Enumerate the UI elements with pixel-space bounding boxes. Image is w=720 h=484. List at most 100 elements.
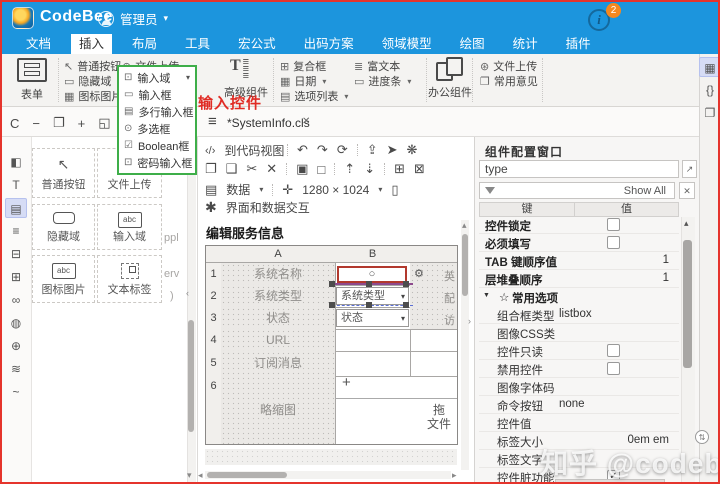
- selected-radio-cell[interactable]: ○: [337, 266, 407, 283]
- tab-codegen[interactable]: 出码方案: [296, 34, 362, 54]
- filter-bar[interactable]: Show All: [479, 182, 675, 199]
- selection-handle[interactable]: [329, 302, 335, 308]
- scroll-right-icon[interactable]: ▸: [452, 470, 457, 481]
- dropdown-item-boolean[interactable]: ☑Boolean框: [119, 137, 195, 154]
- dropdown-item-input-box[interactable]: ▭输入框: [119, 86, 195, 103]
- prop-row[interactable]: 禁用控件: [479, 360, 679, 378]
- richtext-item[interactable]: ≣富文本: [354, 58, 400, 74]
- label-cell[interactable]: 订阅消息: [221, 351, 336, 377]
- canvas-hscrollbar-thumb[interactable]: [207, 472, 287, 478]
- document-tab[interactable]: *SystemInfo.cls: [227, 116, 310, 130]
- copy-icon[interactable]: ❐: [205, 161, 217, 177]
- show-all-label[interactable]: Show All: [624, 185, 669, 197]
- palette-scrollbar-thumb[interactable]: [188, 320, 194, 432]
- prop-row[interactable]: 控件值: [479, 414, 679, 432]
- paste-icon[interactable]: ❑: [226, 161, 238, 177]
- row-header[interactable]: 4: [206, 329, 222, 352]
- folder-icon[interactable]: ◱: [98, 115, 110, 131]
- palette-item-icon-image[interactable]: abc 图标图片: [32, 255, 95, 303]
- row-header[interactable]: 6: [206, 376, 222, 445]
- prop-row[interactable]: 必须填写: [479, 234, 679, 252]
- shapes-icon[interactable]: ∞: [5, 290, 27, 310]
- prop-row[interactable]: 图像CSS类: [479, 324, 679, 342]
- redo-icon[interactable]: ↷: [317, 142, 328, 158]
- prop-row[interactable]: 组合框类型listbox: [479, 306, 679, 324]
- tab-statistics[interactable]: 统计: [505, 34, 546, 54]
- focus-icon[interactable]: ⊕: [5, 336, 27, 356]
- sliders-icon[interactable]: ≋: [5, 359, 27, 379]
- data-label[interactable]: 数据: [226, 181, 250, 198]
- interaction-icon[interactable]: ✱: [205, 199, 217, 216]
- row-header[interactable]: 3: [206, 307, 222, 330]
- braces-code-icon[interactable]: {}: [699, 80, 720, 100]
- dropdown-item-multiselect[interactable]: ⊙多选框: [119, 120, 195, 137]
- close-tab-icon[interactable]: ✕: [302, 116, 310, 127]
- tab-drawing[interactable]: 绘图: [452, 34, 493, 54]
- send-back-icon[interactable]: □: [317, 162, 325, 177]
- option-list-item[interactable]: ▤选项列表▾: [280, 88, 348, 104]
- tab-macro[interactable]: 宏公式: [230, 34, 284, 54]
- code-view-label[interactable]: 到代码视图: [224, 142, 284, 159]
- scroll-up-icon[interactable]: ▴: [462, 220, 467, 231]
- label-cell[interactable]: 系统类型: [221, 285, 336, 308]
- icon-image-item[interactable]: ▦图标图片: [64, 88, 122, 104]
- outline-icon[interactable]: ≡: [5, 221, 27, 241]
- date-item[interactable]: ▦日期▾: [280, 73, 326, 89]
- tab-insert[interactable]: 插入: [71, 34, 112, 54]
- form-designer-icon[interactable]: ▤: [5, 198, 27, 218]
- dropdown-item-multiline[interactable]: ▤多行输入框: [119, 103, 195, 120]
- file-upload-item-2[interactable]: ⊛文件上传: [480, 58, 537, 74]
- form-group-button[interactable]: [17, 58, 47, 82]
- refresh-icon[interactable]: C: [10, 116, 19, 131]
- prop-row[interactable]: 图像字体码: [479, 378, 679, 396]
- close-filter-icon[interactable]: ✕: [679, 182, 695, 199]
- type-search-input[interactable]: [479, 160, 679, 178]
- advanced-group-button[interactable]: T≡≡≡: [230, 57, 249, 80]
- canvas-vscrollbar-thumb[interactable]: [462, 234, 468, 296]
- checkbox[interactable]: [607, 362, 620, 375]
- undo-icon[interactable]: ↶: [297, 142, 308, 158]
- move-icon[interactable]: ✛: [282, 182, 293, 198]
- tab-domain-model[interactable]: 领域模型: [374, 34, 440, 54]
- delete-icon[interactable]: ✕: [266, 161, 277, 177]
- curve-icon[interactable]: ~: [5, 382, 27, 402]
- export-icon[interactable]: ⇪: [367, 142, 378, 158]
- extra-cell[interactable]: [410, 329, 458, 352]
- add-icon[interactable]: +: [78, 116, 86, 131]
- selection-handle[interactable]: [366, 281, 372, 287]
- hamburger-icon[interactable]: ≡: [208, 113, 217, 130]
- palette-item-text-label[interactable]: 文本标签: [97, 255, 162, 303]
- progressbar-item[interactable]: ▭进度条▾: [354, 73, 411, 89]
- chevron-down-icon[interactable]: ▾: [259, 185, 263, 194]
- tab-plugins[interactable]: 插件: [558, 34, 599, 54]
- notification-badge[interactable]: 2: [606, 3, 621, 18]
- add-row-button[interactable]: +: [342, 374, 351, 391]
- checkbox[interactable]: [607, 218, 620, 231]
- phone-preview-icon[interactable]: ▯: [391, 182, 398, 198]
- label-cell[interactable]: 系统名称: [221, 263, 336, 286]
- row-header[interactable]: 1: [206, 263, 222, 286]
- row-header[interactable]: 5: [206, 351, 222, 377]
- widget-cell[interactable]: [335, 329, 411, 352]
- checkbox[interactable]: [607, 344, 620, 357]
- code-view-icon[interactable]: ‹/›: [205, 145, 215, 157]
- publish-icon[interactable]: ➤: [387, 142, 398, 158]
- extra-cell[interactable]: [410, 351, 458, 377]
- snap-grid-icon[interactable]: ⊠: [414, 161, 425, 177]
- theme-icon[interactable]: ◍: [5, 313, 27, 333]
- collapse-right-icon[interactable]: ›: [468, 316, 471, 326]
- text-component-icon[interactable]: T: [5, 175, 27, 195]
- column-header-b[interactable]: B: [335, 246, 411, 263]
- scroll-up-icon[interactable]: ▴: [684, 218, 689, 229]
- gear-icon[interactable]: ⚙: [414, 267, 424, 280]
- user-menu[interactable]: 管理员 ▾: [98, 9, 168, 28]
- palette-item-input-area[interactable]: abc 输入域: [97, 204, 162, 250]
- composite-box-item[interactable]: ⊞复合框: [280, 58, 326, 74]
- common-opinions-item[interactable]: ❐常用意见: [480, 73, 538, 89]
- debug-icon[interactable]: ❋: [407, 142, 418, 158]
- dropdown-widget-selected[interactable]: 系统类型▾: [336, 287, 409, 305]
- panel-scrollbar-thumb[interactable]: [683, 240, 692, 368]
- checkbox[interactable]: [607, 236, 620, 249]
- column-header-c[interactable]: [410, 246, 458, 263]
- prop-row[interactable]: 命令按钮none: [479, 396, 679, 414]
